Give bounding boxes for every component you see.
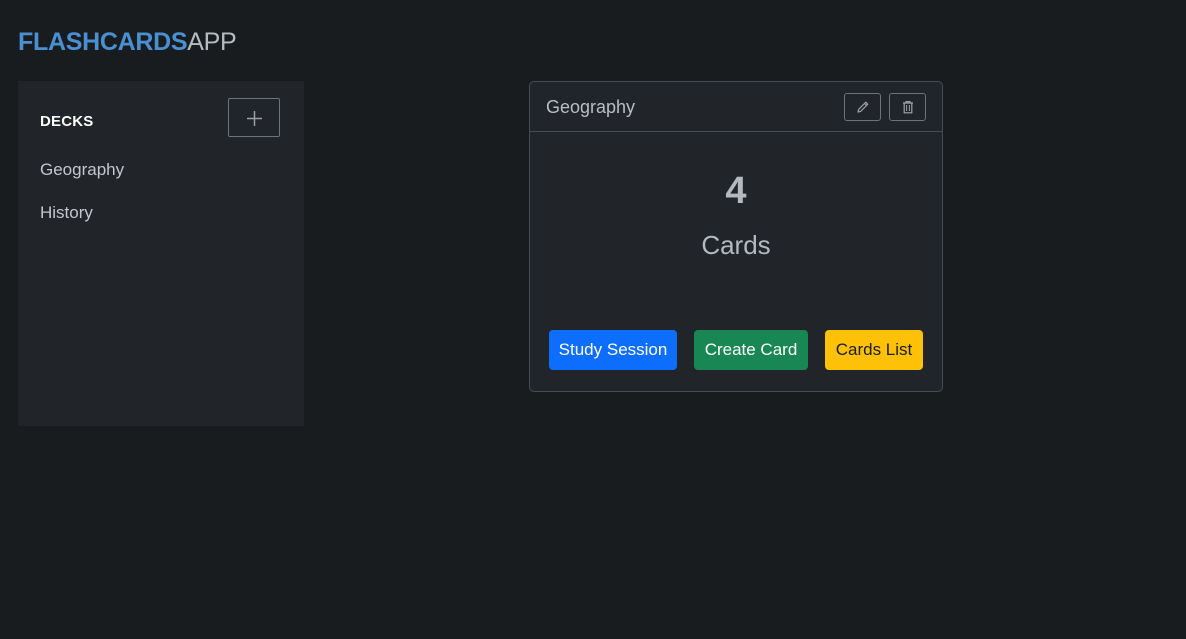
brand-name-strong: FLASHCARDS bbox=[18, 28, 188, 56]
pencil-icon bbox=[857, 101, 869, 113]
brand-name-light: APP bbox=[187, 28, 237, 56]
decks-heading: DECKS bbox=[40, 113, 94, 130]
create-card-button[interactable]: Create Card bbox=[694, 330, 808, 370]
deck-card-header: Geography bbox=[530, 82, 942, 132]
card-count-label: Cards bbox=[701, 230, 771, 260]
deck-card: Geography 4 Cards Study Session Create C… bbox=[529, 81, 943, 392]
cards-list-button[interactable]: Cards List bbox=[825, 330, 923, 370]
plus-icon bbox=[247, 111, 262, 126]
deck-item-history[interactable]: History bbox=[40, 202, 124, 245]
app-logo: FLASHCARDSAPP bbox=[18, 27, 237, 57]
decks-sidebar: DECKS Geography History bbox=[18, 81, 304, 426]
deck-list: Geography History bbox=[40, 159, 124, 245]
deck-title: Geography bbox=[546, 97, 636, 117]
card-count: 4 bbox=[725, 170, 747, 212]
edit-deck-button[interactable] bbox=[844, 93, 881, 121]
delete-deck-button[interactable] bbox=[889, 93, 926, 121]
add-deck-button[interactable] bbox=[228, 98, 280, 137]
deck-item-geography[interactable]: Geography bbox=[40, 159, 124, 202]
trash-icon bbox=[903, 101, 913, 114]
study-session-button[interactable]: Study Session bbox=[549, 330, 677, 370]
